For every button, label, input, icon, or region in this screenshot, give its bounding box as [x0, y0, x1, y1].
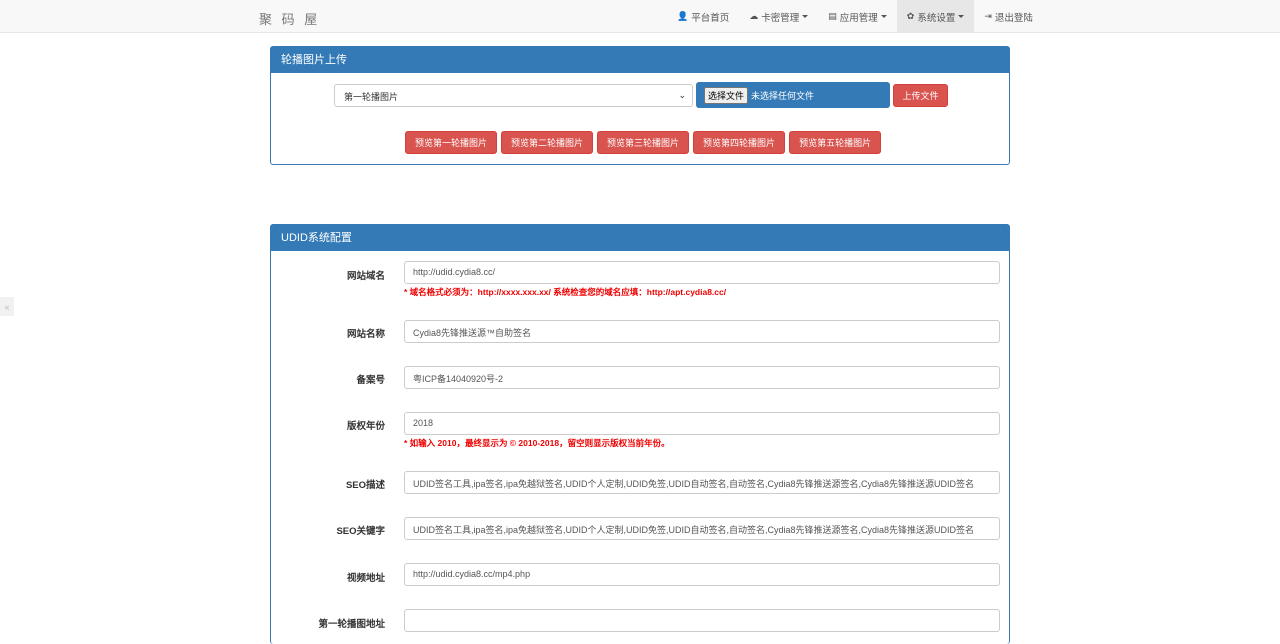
label-seo-keywords: SEO关键字	[336, 526, 385, 537]
file-status: 未选择任何文件	[751, 90, 815, 101]
brand-logo[interactable]: 聚 码 屋	[259, 9, 320, 28]
preview-carousel-4-button[interactable]: 预览第四轮播图片	[693, 131, 786, 154]
list-icon: ▤	[828, 11, 837, 21]
nav-logout[interactable]: ⇥ 退出登陆	[974, 0, 1043, 33]
label-site-name: 网站名称	[346, 329, 385, 340]
logout-icon: ⇥	[984, 11, 992, 21]
site-domain-input[interactable]: http://udid.cydia8.cc/	[404, 261, 1000, 284]
upload-file-button[interactable]: 上传文件	[893, 84, 948, 107]
icp-number-input[interactable]: 粤ICP备14040920号-2	[404, 366, 1000, 389]
copyright-year-input[interactable]: 2018	[404, 412, 1000, 435]
caret-down-icon	[958, 15, 965, 18]
user-icon: 👤	[677, 11, 689, 21]
udid-config-panel: UDID系统配置 网站域名 http://udid.cydia8.cc/ * 域…	[270, 224, 1010, 644]
label-seo-description: SEO描述	[345, 480, 385, 491]
label-site-domain: 网站域名	[346, 271, 385, 282]
main-nav: 👤 平台首页 ☁ 卡密管理 ▤ 应用管理 ✿ 系统设置 ⇥ 退出登陆	[667, 0, 1043, 33]
label-carousel-1-url: 第一轮播图地址	[318, 619, 385, 630]
preview-carousel-3-button[interactable]: 预览第三轮播图片	[597, 131, 690, 154]
top-navbar: 聚 码 屋 👤 平台首页 ☁ 卡密管理 ▤ 应用管理 ✿ 系统设置 ⇥ 退出登陆	[0, 0, 1280, 33]
preview-carousel-2-button[interactable]: 预览第二轮播图片	[501, 131, 594, 154]
preview-carousel-1-button[interactable]: 预览第一轮播图片	[405, 131, 498, 154]
carousel-1-url-input[interactable]	[404, 609, 1000, 632]
video-url-input[interactable]: http://udid.cydia8.cc/mp4.php	[404, 563, 1000, 586]
nav-dashboard[interactable]: 👤 平台首页	[667, 0, 739, 33]
nav-system-settings[interactable]: ✿ 系统设置	[896, 0, 975, 33]
carousel-select-value: 第一轮播图片	[344, 92, 399, 102]
label-copyright-year: 版权年份	[346, 421, 385, 432]
site-domain-hint: * 域名格式必须为：http://xxxx.xxx.xx/ 系统检查您的域名应填…	[404, 287, 727, 297]
nav-logout-label: 退出登陆	[994, 12, 1033, 24]
gear-icon: ✿	[906, 11, 915, 21]
chevron-down-icon: ⌄	[678, 90, 686, 100]
side-collapse-handle[interactable]: «	[0, 297, 14, 316]
nav-app-management-label: 应用管理	[839, 12, 878, 24]
copyright-year-hint: * 如输入 2010，最终显示为 © 2010-2018，留空则显示版权当前年份…	[404, 438, 670, 448]
nav-card-management-label: 卡密管理	[761, 12, 800, 24]
file-picker[interactable]: 选择文件 未选择任何文件	[696, 82, 890, 108]
config-panel-title: UDID系统配置	[271, 225, 1009, 251]
carousel-panel-title: 轮播图片上传	[271, 47, 1009, 73]
cloud-icon: ☁	[749, 11, 759, 21]
nav-app-management[interactable]: ▤ 应用管理	[818, 0, 897, 33]
preview-carousel-5-button[interactable]: 预览第五轮播图片	[789, 131, 882, 154]
label-icp-number: 备案号	[356, 375, 385, 386]
nav-dashboard-label: 平台首页	[691, 12, 730, 24]
carousel-upload-panel: 轮播图片上传 第一轮播图片 ⌄ 选择文件 未选择任何文件 上传文件 预览第一轮播…	[270, 46, 1010, 165]
caret-down-icon	[880, 15, 887, 18]
choose-file-button[interactable]: 选择文件	[704, 86, 749, 104]
site-name-input[interactable]: Cydia8先锋推送源™自助签名	[404, 320, 1000, 343]
seo-description-input[interactable]: UDID签名工具,ipa签名,ipa免越狱签名,UDID个人定制,UDID免签,…	[404, 471, 1000, 494]
carousel-select[interactable]: 第一轮播图片 ⌄	[334, 84, 693, 107]
caret-down-icon	[802, 15, 809, 18]
nav-system-settings-label: 系统设置	[917, 12, 956, 24]
nav-card-management[interactable]: ☁ 卡密管理	[739, 0, 818, 33]
preview-buttons: 预览第一轮播图片 预览第二轮播图片 预览第三轮播图片 预览第四轮播图片 预览第五…	[405, 131, 882, 154]
seo-keywords-input[interactable]: UDID签名工具,ipa签名,ipa免越狱签名,UDID个人定制,UDID免签,…	[404, 517, 1000, 540]
label-video-url: 视频地址	[346, 573, 385, 584]
